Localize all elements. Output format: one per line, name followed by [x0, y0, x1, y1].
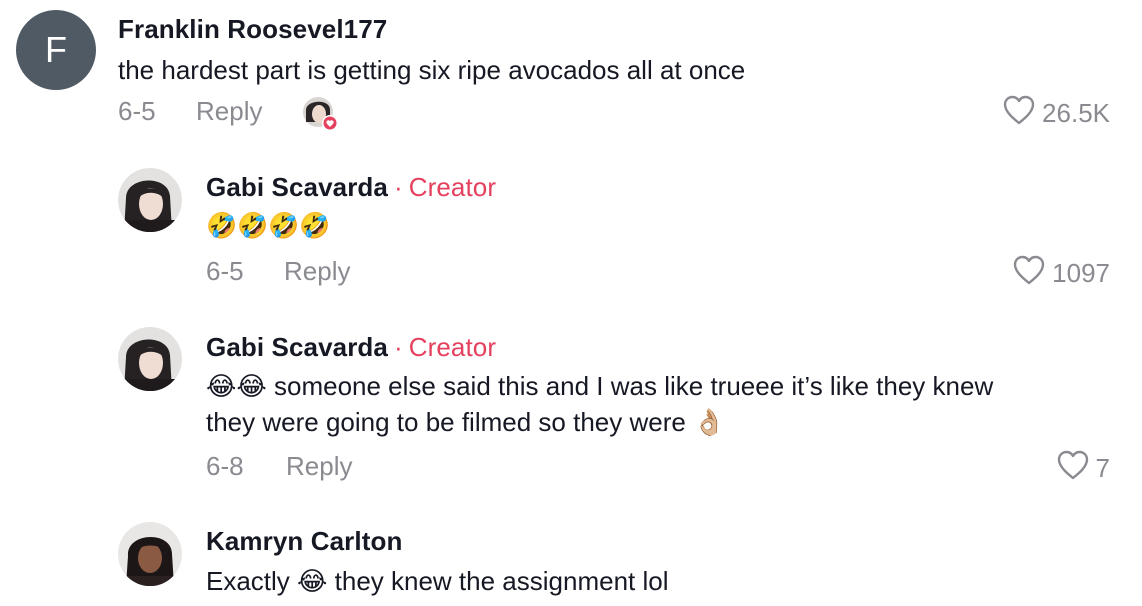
ok-hand-emoji: 👌🏼 — [693, 407, 726, 437]
creator-badge: Creator — [408, 172, 497, 202]
comment-date: 6-5 — [206, 256, 244, 286]
avatar[interactable] — [118, 168, 182, 232]
avatar[interactable] — [118, 522, 182, 586]
creator-liked-avatar — [302, 96, 342, 136]
comment-text-line-1: 😂😂 someone else said this and I was like… — [206, 371, 994, 401]
reply-button[interactable]: Reply — [196, 96, 262, 127]
comment-text: 🤣🤣🤣🤣 — [206, 212, 331, 240]
comment-username[interactable]: Franklin Roosevel177 — [118, 14, 387, 45]
comment-text: the hardest part is getting six ripe avo… — [118, 55, 746, 85]
laughing-emoji: 😂😂 — [206, 371, 267, 401]
comment-username[interactable]: Kamryn Carlton — [206, 526, 402, 557]
avatar-letter: F — [45, 29, 67, 70]
comment-username-row: Gabi Scavarda · Creator — [206, 332, 496, 363]
like-button[interactable]: 7 — [1056, 449, 1110, 488]
creator-separator: · — [393, 332, 403, 362]
comment-username-row: Gabi Scavarda · Creator — [206, 172, 496, 203]
heart-icon — [1002, 94, 1042, 133]
creator-badge: Creator — [408, 332, 497, 362]
like-button[interactable]: 1097 — [1012, 254, 1110, 293]
like-count: 1097 — [1052, 258, 1110, 288]
comment-username[interactable]: Gabi Scavarda — [206, 332, 388, 362]
avatar[interactable]: F — [16, 10, 96, 90]
like-count: 7 — [1095, 453, 1110, 483]
like-count: 26.5K — [1042, 98, 1110, 128]
comment-text: Exactly 😂 they knew the assignment lol — [206, 566, 669, 596]
reply-button[interactable]: Reply — [286, 451, 352, 482]
laughing-emoji: 😂 — [297, 566, 328, 596]
comment-date: 6-8 — [206, 451, 244, 481]
heart-icon — [1012, 254, 1052, 293]
creator-separator: · — [393, 172, 403, 202]
comment-date: 6-5 — [118, 96, 156, 126]
like-button[interactable]: 26.5K — [1002, 94, 1110, 133]
comment-text-line-2: they were going to be filmed so they wer… — [206, 407, 726, 437]
comment-username[interactable]: Gabi Scavarda — [206, 172, 388, 202]
reply-button[interactable]: Reply — [284, 256, 350, 287]
heart-icon — [1056, 449, 1096, 488]
avatar[interactable] — [118, 327, 182, 391]
